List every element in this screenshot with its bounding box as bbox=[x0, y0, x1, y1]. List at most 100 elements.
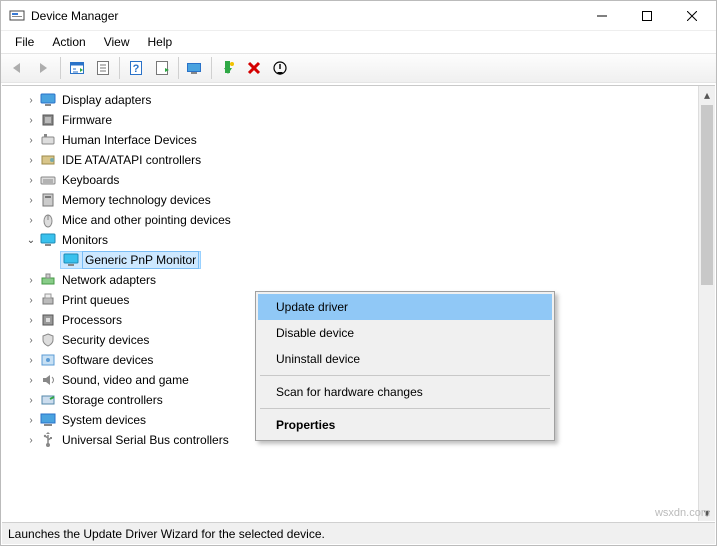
tree-item-label: Monitors bbox=[60, 232, 110, 248]
minimize-button[interactable] bbox=[579, 1, 624, 30]
back-button[interactable] bbox=[5, 56, 31, 80]
ctx-disable-device[interactable]: Disable device bbox=[258, 320, 552, 346]
ctx-scan-hardware[interactable]: Scan for hardware changes bbox=[258, 379, 552, 405]
tree-item-label: IDE ATA/ATAPI controllers bbox=[60, 152, 203, 168]
hid-icon bbox=[40, 132, 56, 148]
svg-text:?: ? bbox=[133, 63, 140, 75]
chevron-right-icon[interactable]: › bbox=[24, 355, 38, 366]
properties-toolbar-button[interactable] bbox=[90, 56, 116, 80]
tree-category-item[interactable]: › Human Interface Devices bbox=[8, 130, 698, 150]
context-menu: Update driver Disable device Uninstall d… bbox=[255, 291, 555, 441]
vertical-scrollbar[interactable]: ▴ ▾ bbox=[698, 86, 715, 521]
tree-item-label: Mice and other pointing devices bbox=[60, 212, 233, 228]
ctx-properties[interactable]: Properties bbox=[258, 412, 552, 438]
monitor-icon bbox=[40, 232, 56, 248]
tree-item-label: Universal Serial Bus controllers bbox=[60, 432, 231, 448]
usb-icon bbox=[40, 432, 56, 448]
close-button[interactable] bbox=[669, 1, 714, 30]
tree-child-item[interactable]: Generic PnP Monitor bbox=[8, 250, 698, 270]
help-toolbar-button[interactable]: ? bbox=[123, 56, 149, 80]
printer-icon bbox=[40, 292, 56, 308]
ide-icon bbox=[40, 152, 56, 168]
tree-category-item[interactable]: › Display adapters bbox=[8, 90, 698, 110]
mouse-icon bbox=[40, 212, 56, 228]
chevron-right-icon[interactable]: › bbox=[24, 315, 38, 326]
chevron-down-icon[interactable]: ⌄ bbox=[24, 235, 38, 246]
update-driver-toolbar-button[interactable] bbox=[215, 56, 241, 80]
tree-item-label: Sound, video and game bbox=[60, 372, 191, 388]
show-hide-tree-button[interactable] bbox=[64, 56, 90, 80]
monitor-icon bbox=[63, 252, 79, 268]
disable-toolbar-button[interactable] bbox=[267, 56, 293, 80]
display-icon bbox=[40, 92, 56, 108]
chevron-right-icon[interactable]: › bbox=[24, 415, 38, 426]
chevron-right-icon[interactable]: › bbox=[24, 395, 38, 406]
chevron-right-icon[interactable]: › bbox=[24, 435, 38, 446]
tree-item-label: Print queues bbox=[60, 292, 131, 308]
network-icon bbox=[40, 272, 56, 288]
cpu-icon bbox=[40, 312, 56, 328]
menubar: File Action View Help bbox=[1, 31, 716, 53]
chevron-right-icon[interactable]: › bbox=[24, 155, 38, 166]
chevron-right-icon[interactable]: › bbox=[24, 375, 38, 386]
security-icon bbox=[40, 332, 56, 348]
tree-item-label: Software devices bbox=[60, 352, 155, 368]
scroll-track[interactable] bbox=[699, 103, 715, 504]
system-icon bbox=[40, 412, 56, 428]
forward-button[interactable] bbox=[31, 56, 57, 80]
chevron-right-icon[interactable]: › bbox=[24, 175, 38, 186]
tree-category-item[interactable]: › IDE ATA/ATAPI controllers bbox=[8, 150, 698, 170]
tree-category-item[interactable]: › Memory technology devices bbox=[8, 190, 698, 210]
chevron-right-icon[interactable]: › bbox=[24, 335, 38, 346]
storage-icon bbox=[40, 392, 56, 408]
tree-category-item[interactable]: › Firmware bbox=[8, 110, 698, 130]
menu-file[interactable]: File bbox=[7, 33, 42, 51]
tree-item-label: Display adapters bbox=[60, 92, 153, 108]
tree-item-label: Network adapters bbox=[60, 272, 158, 288]
tree-item-label: Generic PnP Monitor bbox=[83, 252, 198, 268]
sound-icon bbox=[40, 372, 56, 388]
tree-item-label: Human Interface Devices bbox=[60, 132, 199, 148]
uninstall-toolbar-button[interactable] bbox=[241, 56, 267, 80]
keyboard-icon bbox=[40, 172, 56, 188]
tree-category-item[interactable]: › Mice and other pointing devices bbox=[8, 210, 698, 230]
menu-view[interactable]: View bbox=[96, 33, 138, 51]
ctx-uninstall-device[interactable]: Uninstall device bbox=[258, 346, 552, 372]
scroll-up-button[interactable]: ▴ bbox=[699, 86, 715, 103]
memory-icon bbox=[40, 192, 56, 208]
tree-item-label: Firmware bbox=[60, 112, 114, 128]
ctx-update-driver[interactable]: Update driver bbox=[258, 294, 552, 320]
titlebar: Device Manager bbox=[1, 1, 716, 31]
chevron-right-icon[interactable]: › bbox=[24, 215, 38, 226]
window-title: Device Manager bbox=[31, 9, 118, 23]
tree-category-item[interactable]: › Network adapters bbox=[8, 270, 698, 290]
chevron-right-icon[interactable]: › bbox=[24, 295, 38, 306]
tree-category-item[interactable]: › Keyboards bbox=[8, 170, 698, 190]
status-bar: Launches the Update Driver Wizard for th… bbox=[2, 522, 715, 544]
scan-hardware-button[interactable] bbox=[182, 56, 208, 80]
chevron-right-icon[interactable]: › bbox=[24, 95, 38, 106]
chevron-right-icon[interactable]: › bbox=[24, 115, 38, 126]
watermark: wsxdn.com bbox=[655, 507, 710, 519]
tree-item-label: Security devices bbox=[60, 332, 151, 348]
maximize-button[interactable] bbox=[624, 1, 669, 30]
ctx-separator-1 bbox=[260, 375, 550, 376]
menu-action[interactable]: Action bbox=[44, 33, 93, 51]
tree-item-label: Storage controllers bbox=[60, 392, 165, 408]
menu-help[interactable]: Help bbox=[140, 33, 181, 51]
app-icon bbox=[9, 8, 25, 24]
action-toolbar-button[interactable] bbox=[149, 56, 175, 80]
toolbar: ? bbox=[1, 53, 716, 83]
chip-icon bbox=[40, 112, 56, 128]
tree-item-label: Processors bbox=[60, 312, 124, 328]
chevron-right-icon[interactable]: › bbox=[24, 275, 38, 286]
chevron-right-icon[interactable]: › bbox=[24, 135, 38, 146]
software-icon bbox=[40, 352, 56, 368]
status-text: Launches the Update Driver Wizard for th… bbox=[8, 527, 325, 541]
tree-item-label: Keyboards bbox=[60, 172, 121, 188]
tree-item-label: Memory technology devices bbox=[60, 192, 213, 208]
tree-item-label: System devices bbox=[60, 412, 148, 428]
scroll-thumb[interactable] bbox=[701, 105, 713, 285]
tree-category-item[interactable]: ⌄ Monitors bbox=[8, 230, 698, 250]
chevron-right-icon[interactable]: › bbox=[24, 195, 38, 206]
